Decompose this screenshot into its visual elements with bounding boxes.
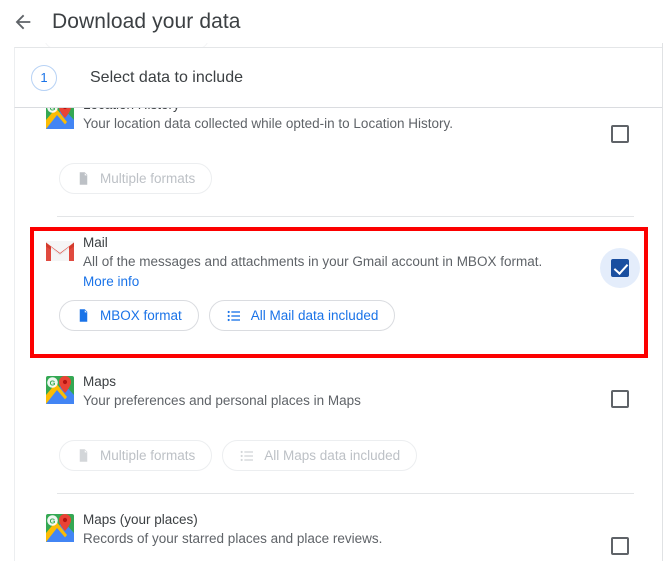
chip-all-mail-data-included[interactable]: All Mail data included: [208, 300, 396, 331]
svg-text:G: G: [50, 378, 56, 387]
gmail-icon: [43, 234, 77, 268]
checkbox-box: [611, 259, 629, 277]
more-info-link[interactable]: More info: [83, 272, 139, 291]
chip-label: Multiple formats: [100, 448, 196, 463]
arrow-left-icon: [12, 11, 34, 33]
list-item: Mail All of the messages and attachments…: [15, 217, 662, 357]
list-icon: [239, 448, 255, 464]
list-item: G Maps (your places) Records of your sta…: [15, 494, 662, 561]
back-button[interactable]: [6, 5, 40, 39]
product-description: Records of your starred places and place…: [83, 531, 383, 546]
step-number-badge: 1: [31, 64, 57, 91]
svg-text:G: G: [50, 516, 56, 525]
checkbox-box: [611, 125, 629, 143]
product-description: Your preferences and personal places in …: [83, 393, 361, 408]
product-checkbox-maps-your-places[interactable]: [598, 524, 642, 561]
chip-mbox-format[interactable]: MBOX format: [59, 300, 199, 331]
checkbox-box: [611, 537, 629, 555]
list-item: G Maps Your preferences and personal pla…: [15, 357, 662, 494]
product-checkbox-maps[interactable]: [598, 377, 642, 421]
chip-label: All Maps data included: [264, 448, 401, 463]
list-icon: [226, 308, 242, 324]
step-title: Select data to include: [90, 68, 243, 86]
page-title: Download your data: [52, 9, 241, 33]
step-header: 1 Select data to include: [14, 47, 663, 108]
product-list[interactable]: G Location History Your location data co…: [14, 97, 663, 561]
product-checkbox-mail[interactable]: [598, 246, 642, 290]
document-icon: [76, 448, 91, 463]
google-maps-icon: G: [43, 373, 77, 407]
google-maps-icon: G: [43, 511, 77, 545]
chip-all-maps-data-included: All Maps data included: [222, 440, 418, 471]
document-icon: [76, 308, 91, 323]
chip-label: All Mail data included: [250, 308, 379, 323]
chip-multiple-formats: Multiple formats: [59, 440, 213, 471]
checkbox-box: [611, 390, 629, 408]
product-title: Maps (your places): [83, 512, 198, 527]
chip-label: Multiple formats: [100, 171, 196, 186]
chip-label: MBOX format: [100, 308, 182, 323]
app-bar: Download your data: [0, 0, 663, 43]
product-title: Mail: [83, 235, 108, 250]
product-title: Maps: [83, 374, 117, 389]
product-checkbox-location-history[interactable]: [598, 112, 642, 156]
document-icon: [76, 171, 91, 186]
chip-multiple-formats: Multiple formats: [59, 163, 213, 194]
download-your-data-page: Download your data 1 Select data to incl…: [0, 0, 663, 561]
product-description: All of the messages and attachments in y…: [83, 254, 543, 269]
list-item: G Location History Your location data co…: [15, 97, 662, 217]
product-description: Your location data collected while opted…: [83, 116, 453, 131]
